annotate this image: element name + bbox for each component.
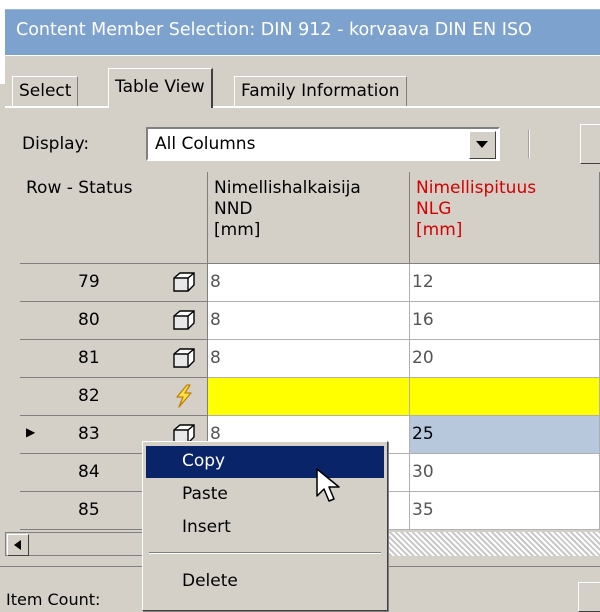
dropdown-button[interactable] [469,131,496,159]
column-header-nnd-line2: NND [214,199,253,219]
column-header-row-status-label: Row - Status [26,178,133,198]
menu-item-delete[interactable]: Delete [146,566,384,598]
scrollbar-track[interactable] [387,532,600,556]
row-header[interactable]: 81 [20,340,208,378]
table-cell-nlg[interactable]: 30 [410,454,600,492]
cube-icon [172,310,196,332]
row-number: 80 [78,310,100,330]
display-value: All Columns [155,134,256,154]
column-header-row-status[interactable]: Row - Status [20,172,208,264]
tab-table-view[interactable]: Table View [108,68,213,108]
toolbar-separator [528,130,530,158]
table-cell-nnd[interactable]: 8 [208,302,410,340]
current-row-marker-icon: ▶ [26,425,36,439]
row-number: 81 [78,348,100,368]
row-header[interactable]: 80 [20,302,208,340]
row-number: 79 [78,272,100,292]
tab-select[interactable]: Select [12,76,79,106]
menu-item-copy[interactable]: Copy [146,446,384,478]
table-cell-nnd[interactable] [208,378,410,416]
cube-icon [172,272,196,294]
menu-item-insert[interactable]: Insert [146,512,384,544]
display-dropdown[interactable]: All Columns [146,127,500,161]
table-cell-nlg[interactable] [410,378,600,416]
item-count-label: Item Count: [6,590,101,609]
row-number: 83 [78,424,100,444]
chevron-down-icon [476,141,488,148]
table-cell-nlg[interactable]: 25 [410,416,600,454]
display-label: Display: [22,134,90,154]
table-cell-nlg[interactable]: 16 [410,302,600,340]
row-header[interactable]: 79 [20,264,208,302]
lightning-icon [172,384,196,408]
column-header-nnd[interactable]: Nimellishalkaisija NND [mm] [208,172,410,264]
window-title: Content Member Selection: DIN 912 - korv… [16,20,532,40]
column-header-nlg[interactable]: Nimellispituus NLG [mm] [410,172,600,264]
arrow-left-icon [14,540,21,550]
mouse-pointer-icon [316,468,340,502]
table-cell-nlg[interactable]: 35 [410,492,600,530]
column-header-nnd-line1: Nimellishalkaisija [214,178,361,198]
column-header-nlg-line1: Nimellispituus [416,178,537,198]
context-menu: Copy Paste Insert Delete [142,441,388,611]
table-cell-nlg[interactable]: 20 [410,340,600,378]
cube-icon [172,348,196,370]
column-header-nlg-line2: NLG [416,199,452,219]
row-header[interactable]: 82 [20,378,208,416]
table-cell-nnd[interactable]: 8 [208,340,410,378]
table-cell-nnd[interactable]: 8 [208,264,410,302]
menu-separator [149,552,381,554]
scroll-left-button[interactable] [7,534,29,556]
tab-family-information[interactable]: Family Information [234,76,407,106]
row-number: 82 [78,386,100,406]
table-cell-nlg[interactable]: 12 [410,264,600,302]
bottom-button[interactable] [578,582,600,612]
row-number: 85 [78,500,100,520]
row-number: 84 [78,462,100,482]
column-header-nnd-line3: [mm] [214,220,261,240]
column-header-nlg-line3: [mm] [416,220,463,240]
tab-divider [5,106,600,108]
toolbar-button[interactable] [580,124,600,164]
menu-item-paste[interactable]: Paste [146,479,384,511]
